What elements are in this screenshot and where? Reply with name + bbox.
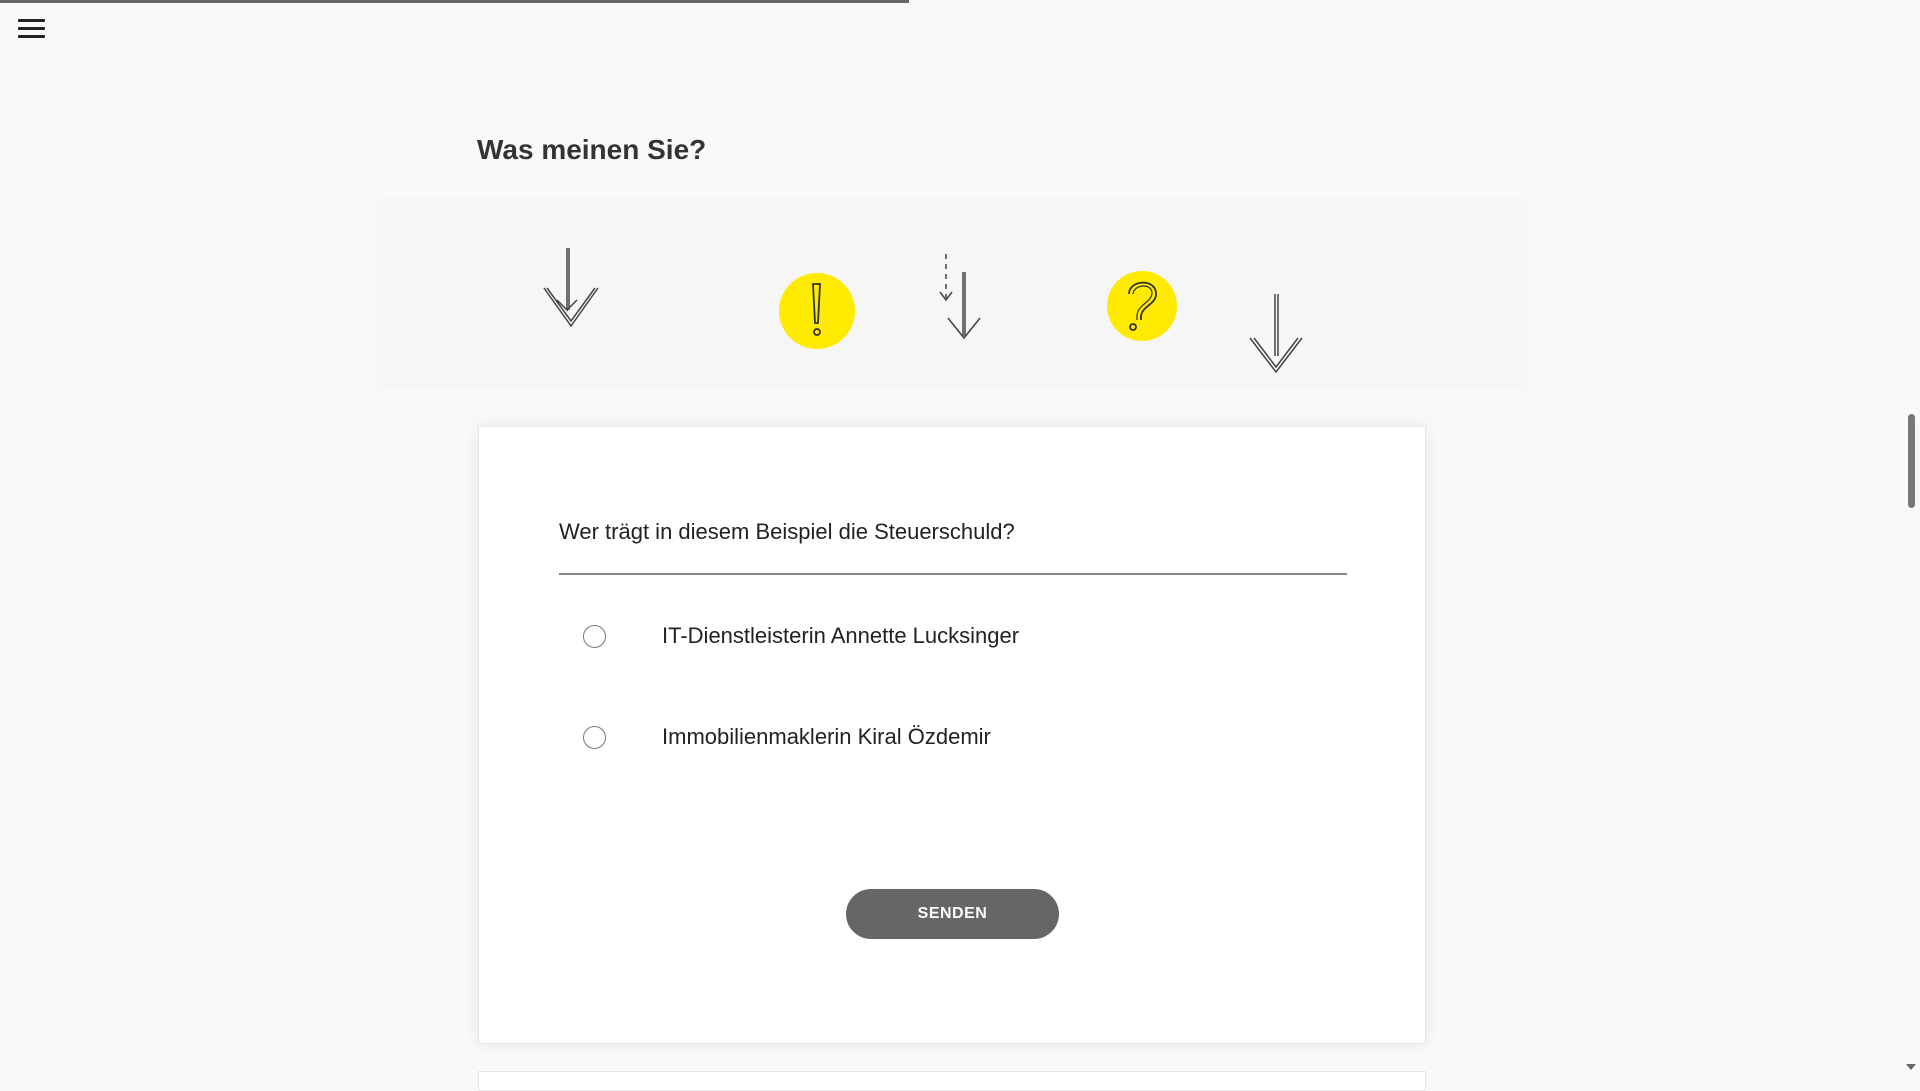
send-button[interactable]: SENDEN bbox=[846, 889, 1059, 939]
arrow-down-icon bbox=[1249, 294, 1303, 374]
question-circle-icon bbox=[1107, 271, 1177, 341]
dashed-arrow-down-icon bbox=[939, 254, 981, 340]
scroll-down-arrow-icon[interactable] bbox=[1906, 1064, 1916, 1070]
answer-option[interactable]: Immobilienmaklerin Kiral Özdemir bbox=[583, 724, 991, 750]
radio-button[interactable] bbox=[583, 725, 606, 749]
arrow-down-icon bbox=[543, 248, 599, 328]
answer-option-label: Immobilienmaklerin Kiral Özdemir bbox=[662, 724, 991, 749]
next-card bbox=[478, 1071, 1426, 1091]
illustration bbox=[377, 198, 1527, 390]
progress-bar-fill bbox=[0, 0, 910, 3]
radio-button[interactable] bbox=[583, 624, 606, 648]
exclamation-circle-icon bbox=[779, 273, 855, 349]
quiz-card: Wer trägt in diesem Beispiel die Steuers… bbox=[478, 426, 1426, 1044]
hamburger-menu-icon[interactable] bbox=[14, 14, 50, 42]
divider bbox=[559, 573, 1347, 575]
answer-option[interactable]: IT-Dienstleisterin Annette Lucksinger bbox=[583, 623, 1019, 649]
answer-option-label: IT-Dienstleisterin Annette Lucksinger bbox=[662, 623, 1020, 648]
progress-bar bbox=[0, 0, 1902, 3]
scrollbar-thumb[interactable] bbox=[1908, 414, 1915, 508]
scrollbar[interactable] bbox=[1902, 0, 1920, 1080]
page-title: Was meinen Sie? bbox=[477, 134, 707, 165]
question-text: Wer trägt in diesem Beispiel die Steuers… bbox=[559, 519, 1015, 544]
